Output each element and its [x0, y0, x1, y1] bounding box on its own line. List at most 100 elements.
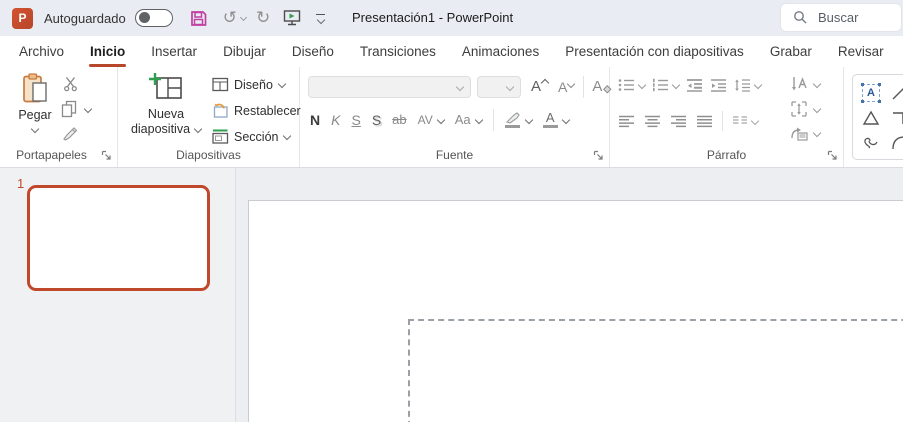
tab-vista[interactable]: Vista	[897, 36, 903, 67]
tab-diseno[interactable]: Diseño	[279, 36, 347, 67]
paste-button[interactable]: Pegar	[12, 73, 58, 132]
grow-font-button[interactable]: A	[531, 79, 548, 95]
new-slide-button[interactable]: Nueva diapositiva	[130, 72, 202, 137]
highlight-colorbar	[505, 125, 520, 129]
convert-to-smartart-button[interactable]	[790, 125, 820, 141]
bullets-button[interactable]	[618, 78, 645, 92]
justify-button[interactable]	[696, 115, 713, 128]
tab-inicio[interactable]: Inicio	[77, 36, 138, 67]
line-shape-icon	[891, 84, 903, 101]
search-box[interactable]: Buscar	[780, 3, 902, 32]
fuente-dialog-launcher[interactable]	[593, 150, 604, 161]
strikethrough-button[interactable]: ab	[392, 112, 406, 128]
section-button[interactable]: Sección	[212, 129, 290, 144]
reset-button[interactable]: Restablecer	[212, 103, 301, 118]
copy-icon	[60, 100, 78, 118]
highlight-color-button[interactable]	[505, 112, 532, 129]
layout-label: Diseño	[234, 78, 273, 92]
numbering-button[interactable]	[652, 78, 679, 92]
shape-textbox-button[interactable]: A	[857, 80, 885, 105]
document-title: Presentación1 - PowerPoint	[352, 10, 513, 25]
highlight-chevron-icon	[524, 116, 532, 124]
scribble-shape-icon	[862, 135, 880, 150]
title-bar: P Autoguardado ↺ ↻	[0, 0, 903, 36]
tab-dibujar[interactable]: Dibujar	[210, 36, 279, 67]
shrink-font-button[interactable]: A	[558, 79, 574, 95]
title-placeholder[interactable]	[408, 319, 903, 422]
italic-button[interactable]: K	[331, 112, 340, 128]
shape-triangle-button[interactable]	[857, 105, 885, 130]
change-case-button[interactable]: Aa	[455, 112, 482, 128]
copy-button[interactable]	[60, 100, 91, 118]
workspace: 1	[0, 168, 903, 422]
group-label-portapapeles: Portapapeles	[0, 148, 117, 162]
slide-thumbnail-1[interactable]	[27, 185, 210, 291]
font-color-label: A	[546, 112, 555, 124]
slideshow-icon	[283, 9, 302, 27]
autosave-label: Autoguardado	[44, 11, 126, 26]
shape-scribble-button[interactable]	[857, 130, 885, 155]
search-placeholder: Buscar	[818, 10, 858, 25]
layout-chevron-icon	[278, 79, 286, 87]
align-right-button[interactable]	[670, 115, 687, 128]
section-label: Sección	[234, 130, 278, 144]
portapapeles-dialog-launcher[interactable]	[101, 150, 112, 161]
save-button[interactable]	[189, 6, 208, 30]
font-size-combo[interactable]	[477, 76, 521, 98]
parrafo-dialog-launcher[interactable]	[827, 150, 838, 161]
align-text-button[interactable]	[790, 100, 820, 118]
tab-transiciones[interactable]: Transiciones	[347, 36, 449, 67]
ribbon-tab-row: Archivo Inicio Insertar Dibujar Diseño T…	[0, 36, 903, 67]
columns-button[interactable]	[732, 115, 758, 127]
increase-indent-button[interactable]	[710, 78, 727, 92]
new-slide-icon	[148, 72, 184, 103]
shape-line-button[interactable]	[885, 80, 903, 105]
ribbon: Pegar	[0, 67, 903, 168]
grow-font-label: A	[531, 79, 541, 95]
smartart-chevron-icon	[813, 129, 821, 137]
text-direction-chevron-icon	[813, 80, 821, 88]
tab-revisar[interactable]: Revisar	[825, 36, 897, 67]
redo-icon: ↻	[256, 10, 270, 27]
redo-button[interactable]: ↻	[256, 6, 270, 30]
text-shadow-button[interactable]: S	[372, 112, 381, 128]
align-center-button[interactable]	[644, 115, 661, 128]
slideshow-from-start-button[interactable]	[283, 6, 302, 30]
paste-chevron-icon	[31, 125, 39, 133]
tab-animaciones[interactable]: Animaciones	[449, 36, 552, 67]
font-name-combo[interactable]	[308, 76, 471, 98]
text-direction-button[interactable]	[790, 75, 820, 93]
shape-elbow-button[interactable]	[885, 105, 903, 130]
highlighter-icon	[505, 112, 521, 124]
powerpoint-app-icon[interactable]: P	[12, 8, 33, 29]
underline-button[interactable]: S	[351, 112, 360, 128]
character-spacing-button[interactable]: AV	[418, 112, 444, 128]
slide-number: 1	[17, 176, 24, 191]
arc-shape-icon	[891, 135, 903, 150]
format-painter-button[interactable]	[62, 125, 79, 142]
slide-editing-area[interactable]	[248, 200, 903, 422]
slide-thumbnails-panel: 1	[0, 168, 236, 422]
customize-quick-access-button[interactable]	[316, 14, 325, 23]
section-icon	[212, 129, 229, 144]
bold-button[interactable]: N	[310, 112, 320, 128]
decrease-indent-button[interactable]	[686, 78, 703, 92]
tab-insertar[interactable]: Insertar	[138, 36, 210, 67]
dialog-launcher-icon	[101, 150, 112, 161]
layout-button[interactable]: Diseño	[212, 77, 285, 92]
tab-archivo[interactable]: Archivo	[6, 36, 77, 67]
autosave-toggle-knob	[139, 12, 150, 23]
tab-presentacion-con-diapositivas[interactable]: Presentación con diapositivas	[552, 36, 757, 67]
autosave-toggle[interactable]	[135, 9, 173, 27]
shape-arc-button[interactable]	[885, 130, 903, 155]
line-spacing-icon	[734, 78, 751, 92]
change-case-chevron-icon	[474, 116, 482, 124]
cut-button[interactable]	[62, 76, 79, 92]
cut-icon	[62, 76, 79, 92]
align-left-button[interactable]	[618, 115, 635, 128]
line-spacing-chevron-icon	[754, 81, 762, 89]
font-color-button[interactable]: A	[543, 112, 569, 129]
line-spacing-button[interactable]	[734, 78, 761, 92]
undo-button[interactable]: ↺	[223, 6, 246, 30]
tab-grabar[interactable]: Grabar	[757, 36, 825, 67]
